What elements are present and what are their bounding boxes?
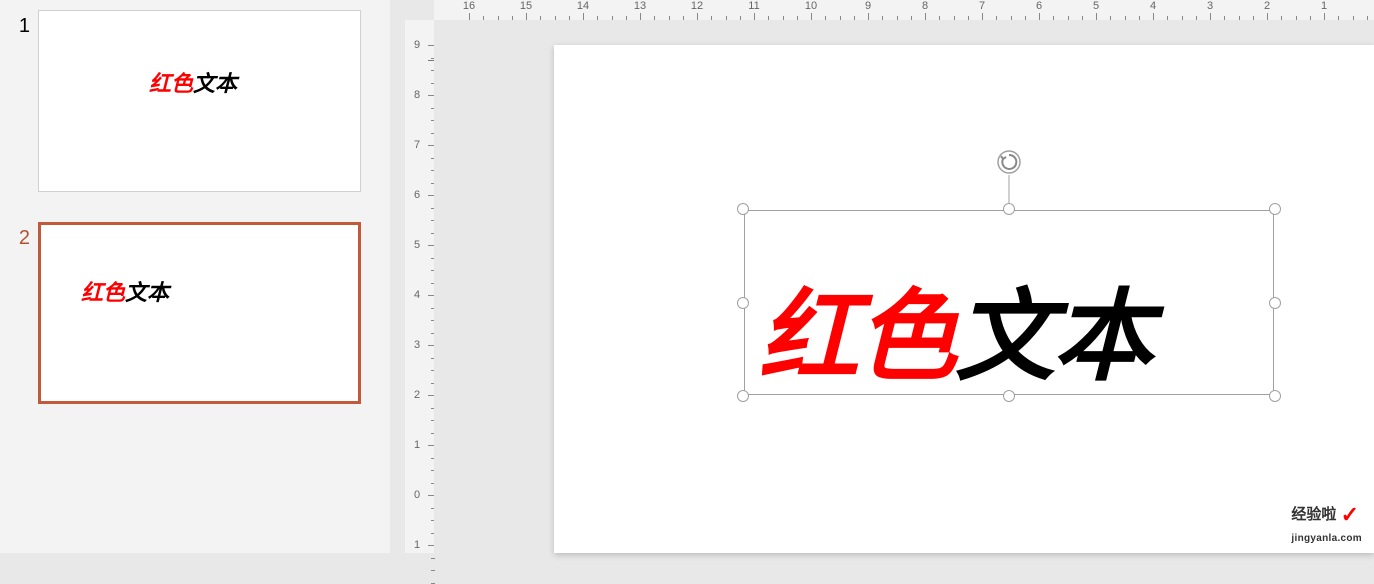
ruler-h-label: 12 [691,0,703,12]
ruler-h-tick [1210,13,1211,20]
ruler-h-label: 9 [865,0,871,12]
thumbnail-1-red: 红色 [149,71,193,96]
ruler-v-label: 0 [414,489,420,501]
ruler-h-label: 1 [1321,0,1327,12]
textbox-text[interactable]: 红色文本 [759,255,1151,400]
ruler-h-label: 3 [1207,0,1213,12]
ruler-h-tick [1039,13,1040,20]
ruler-h-tick [697,13,698,20]
textbox-black-part: 文本 [955,281,1151,393]
ruler-h-label: 10 [805,0,817,12]
ruler-h-label: 15 [520,0,532,12]
ruler-v-label: 9 [414,39,420,51]
watermark-title: 经验啦 [1291,506,1336,523]
ruler-h-label: 4 [1150,0,1156,12]
thumbnail-2-text: 红色文本 [81,275,169,307]
ruler-h-label: 11 [748,0,759,12]
ruler-h-label: 13 [634,0,646,12]
ruler-v-label: 3 [414,339,420,351]
thumbnail-2-container[interactable]: 2 红色文本 [0,222,390,404]
resize-handle-se[interactable] [1269,390,1281,402]
ruler-h-label: 2 [1264,0,1270,12]
slide-canvas-area: 红色文本 经验啦 ✓ jingyanla.com [434,20,1374,553]
ruler-h-tick [925,13,926,20]
ruler-h-label: 7 [979,0,985,12]
ruler-h-tick [1153,13,1154,20]
ruler-h-label: 6 [1036,0,1042,12]
ruler-v-label: 1 [414,439,420,451]
ruler-h-label: 14 [577,0,589,12]
thumbnail-2-red: 红色 [81,280,125,305]
ruler-v-label: 6 [414,189,420,201]
vertical-ruler: 9 8 7 6 5 4 3 2 1 0 1 [405,20,435,553]
ruler-h-tick [868,13,869,20]
ruler-h-label: 16 [463,0,475,12]
thumbnail-1-slide[interactable]: 红色文本 [38,10,361,192]
resize-handle-nw[interactable] [737,203,749,215]
watermark-url: jingyanla.com [1291,533,1362,544]
ruler-h-tick [1324,13,1325,20]
selected-textbox[interactable]: 红色文本 [744,210,1274,395]
ruler-h-tick [1267,13,1268,20]
rotation-handle-icon[interactable] [997,150,1021,174]
ruler-h-tick [811,13,812,20]
thumbnail-1-container[interactable]: 1 红色文本 [0,10,390,192]
thumbnail-2-black: 文本 [125,280,169,305]
slide-canvas[interactable]: 红色文本 经验啦 ✓ jingyanla.com [554,45,1374,553]
ruler-h-tick [1096,13,1097,20]
ruler-h-tick [583,13,584,20]
resize-handle-ne[interactable] [1269,203,1281,215]
ruler-h-tick [469,13,470,20]
ruler-v-label: 2 [414,389,420,401]
ruler-v-label: 4 [414,289,420,301]
resize-handle-e[interactable] [1269,297,1281,309]
ruler-h-tick [982,13,983,20]
ruler-v-label: 7 [414,139,420,151]
slide-thumbnail-panel: 1 红色文本 2 红色文本 [0,0,390,553]
watermark: 经验啦 ✓ jingyanla.com [1291,502,1362,545]
ruler-v-label: 5 [414,239,420,251]
ruler-h-tick [526,13,527,20]
thumbnail-2-slide[interactable]: 红色文本 [38,222,361,404]
textbox-red-part: 红色 [759,281,955,393]
resize-handle-n[interactable] [1003,203,1015,215]
horizontal-ruler: 16 15 14 13 12 11 10 9 8 7 6 5 4 3 2 1 [434,0,1374,20]
ruler-h-label: 5 [1093,0,1099,12]
horizontal-ruler-content: 16 15 14 13 12 11 10 9 8 7 6 5 4 3 2 1 [434,0,1374,20]
thumbnail-1-number: 1 [0,10,38,38]
thumbnail-2-number: 2 [0,222,38,250]
thumbnail-1-text: 红色文本 [149,66,237,98]
resize-handle-w[interactable] [737,297,749,309]
ruler-v-label: 8 [414,89,420,101]
thumbnail-1-black: 文本 [193,71,237,96]
ruler-h-tick [754,13,755,20]
ruler-h-label: 8 [922,0,928,12]
resize-handle-sw[interactable] [737,390,749,402]
ruler-v-label: 1 [414,539,420,551]
watermark-check-icon: ✓ [1341,502,1359,527]
ruler-h-tick [640,13,641,20]
